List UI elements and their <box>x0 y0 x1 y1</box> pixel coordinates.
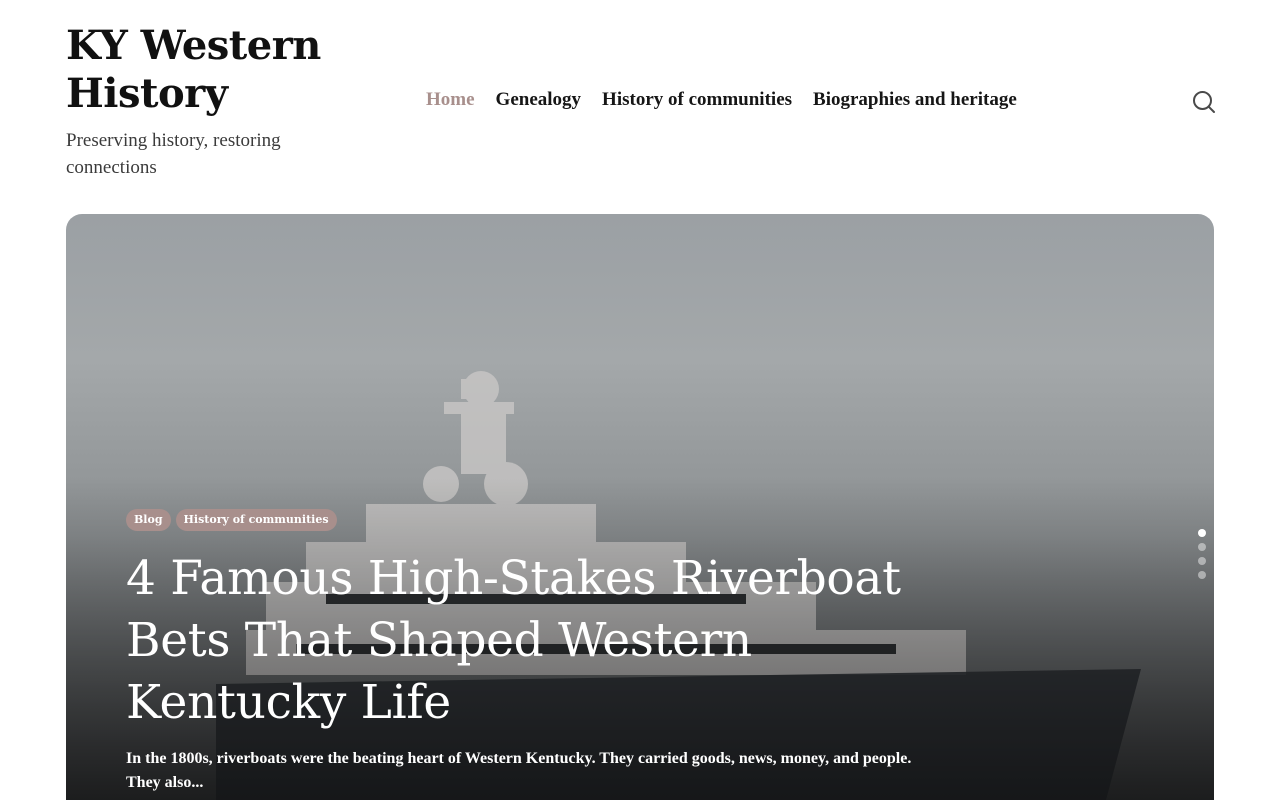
post-categories: Blog History of communities <box>126 509 337 531</box>
main-nav: Home Genealogy History of communities Bi… <box>426 89 1017 111</box>
category-chip-blog[interactable]: Blog <box>126 509 171 531</box>
featured-post-slider[interactable]: Blog History of communities 4 Famous Hig… <box>66 214 1214 800</box>
nav-item-history-of-communities[interactable]: History of communities <box>602 89 792 111</box>
post-excerpt: In the 1800s, riverboats were the beatin… <box>126 750 912 791</box>
slider-pagination <box>1198 529 1206 579</box>
nav-item-genealogy[interactable]: Genealogy <box>496 89 582 111</box>
slider-dot[interactable] <box>1198 529 1206 537</box>
slider-dot[interactable] <box>1198 557 1206 565</box>
nav-item-biographies-and-heritage[interactable]: Biographies and heritage <box>813 89 1017 111</box>
site-title[interactable]: KY Western History <box>66 22 386 118</box>
nav-item-home[interactable]: Home <box>426 89 475 111</box>
search-icon <box>1193 91 1215 113</box>
slider-dot[interactable] <box>1198 543 1206 551</box>
site-tagline: Preserving history, restoring connection… <box>66 130 281 178</box>
category-chip-history-of-communities[interactable]: History of communities <box>175 509 337 531</box>
slider-dot[interactable] <box>1198 571 1206 579</box>
search-button[interactable] <box>1190 88 1218 116</box>
site-header: KY Western History Preserving history, r… <box>0 0 1280 214</box>
post-title[interactable]: 4 Famous High-Stakes Riverboat Bets That… <box>126 548 946 734</box>
